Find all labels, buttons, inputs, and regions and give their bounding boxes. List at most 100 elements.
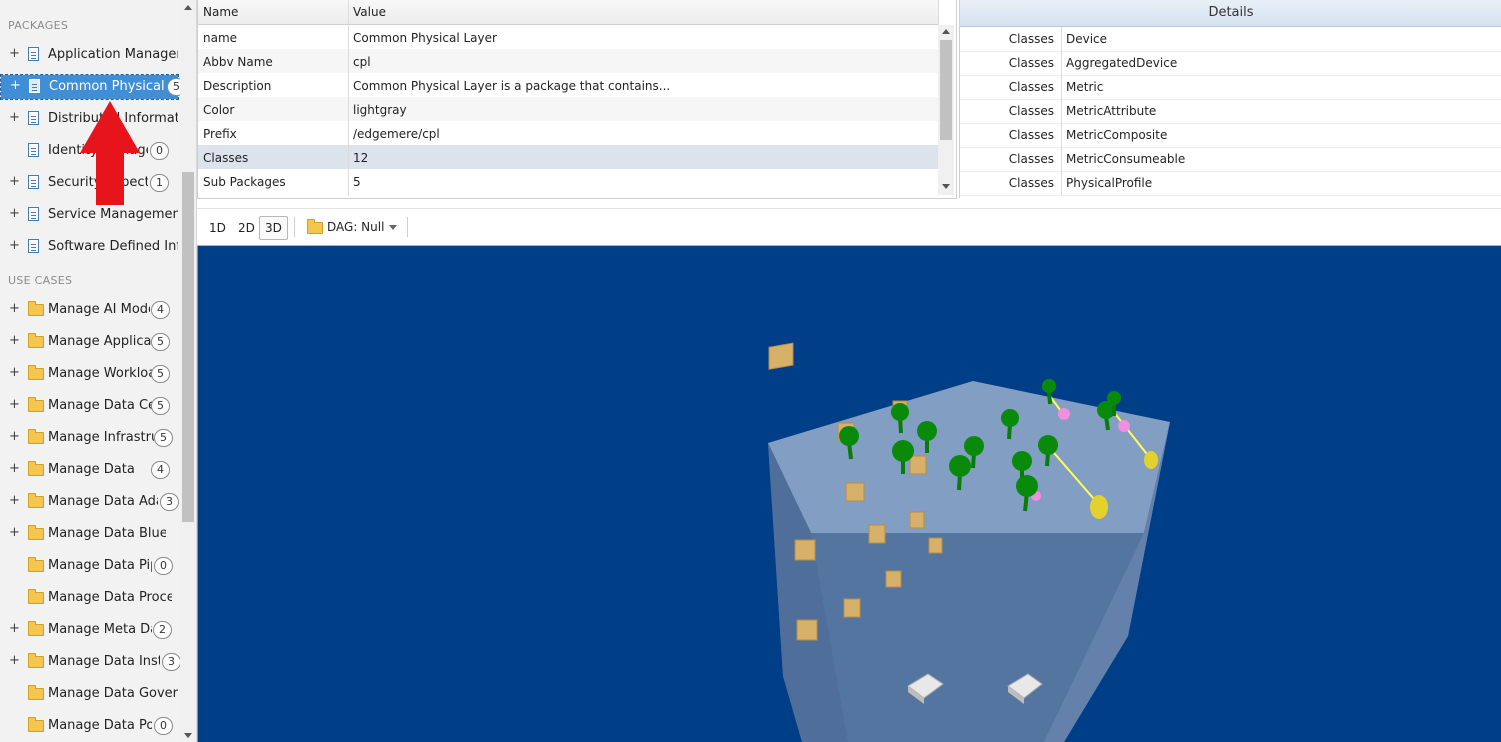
view-3d-button[interactable]: 3D — [259, 216, 288, 240]
folder-icon — [28, 685, 44, 700]
green-node — [1042, 379, 1056, 393]
use-case-item[interactable]: + Manage Meta Data 2 — [0, 618, 180, 642]
toolbar-divider — [407, 217, 408, 237]
scroll-down-icon[interactable] — [184, 733, 192, 738]
properties-scrollbar[interactable] — [938, 25, 954, 195]
property-row[interactable]: Abbv Name cpl — [198, 49, 938, 73]
property-row[interactable]: name Common Physical Layer — [198, 25, 938, 49]
package-item-application-management[interactable]: + Application Management — [0, 43, 180, 67]
pink-node — [1058, 408, 1070, 420]
document-icon — [28, 239, 39, 253]
use-case-item[interactable]: + Manage Data Centers 5 — [0, 394, 180, 418]
expand-icon[interactable]: + — [9, 46, 20, 61]
green-node — [1012, 451, 1032, 471]
details-row[interactable]: Classes PhysicalProfile — [960, 171, 1501, 196]
expand-icon[interactable]: + — [9, 238, 20, 253]
use-case-item[interactable]: Manage Data Policies 0 — [0, 714, 180, 738]
class-box — [909, 455, 927, 475]
green-node — [949, 455, 971, 477]
expand-icon[interactable]: + — [9, 333, 20, 348]
package-item-software-defined-infrastructure[interactable]: + Software Defined Infrastructure — [0, 235, 180, 259]
expand-icon[interactable]: + — [9, 621, 20, 636]
expand-icon[interactable]: + — [9, 365, 20, 380]
property-row[interactable]: Description Common Physical Layer is a p… — [198, 73, 938, 97]
details-row[interactable]: Classes AggregatedDevice — [960, 51, 1501, 76]
expand-icon[interactable]: + — [9, 525, 20, 540]
document-icon — [28, 143, 39, 157]
use-case-item[interactable]: Manage Data Pipelines 0 — [0, 554, 180, 578]
column-header-value[interactable]: Value — [353, 5, 386, 19]
document-icon — [28, 111, 39, 125]
expand-icon[interactable]: + — [9, 461, 20, 476]
expand-icon[interactable]: + — [9, 493, 20, 508]
use-case-label: Manage AI Models — [48, 302, 150, 317]
green-node — [964, 436, 984, 456]
folder-icon — [28, 557, 44, 572]
count-badge: 0 — [150, 142, 169, 160]
column-divider — [1061, 171, 1062, 195]
details-value: PhysicalProfile — [1066, 176, 1153, 190]
count-badge: 5 — [151, 365, 170, 383]
property-row[interactable]: Sub Packages 5 — [198, 169, 938, 193]
packages-header: PACKAGES — [8, 19, 69, 32]
green-node — [839, 426, 859, 446]
expand-icon[interactable]: + — [9, 301, 20, 316]
view-toolbar: 1D 2D 3D DAG: Null — [197, 208, 1501, 247]
scroll-up-icon[interactable] — [184, 5, 192, 10]
details-row[interactable]: Classes MetricAttribute — [960, 99, 1501, 124]
view-2d-button[interactable]: 2D — [232, 216, 261, 240]
document-icon — [28, 175, 39, 189]
green-node — [1107, 391, 1121, 405]
use-case-label: Manage Workloads — [48, 366, 152, 381]
folder-icon — [307, 219, 323, 234]
use-case-item[interactable]: + Manage Applications 5 — [0, 330, 180, 354]
details-row[interactable]: Classes MetricConsumeable — [960, 147, 1501, 172]
sidebar-scrollbar[interactable] — [180, 0, 196, 742]
package-item-common-physical-layer[interactable]: + Common Physical Layer 5 — [0, 74, 186, 100]
use-case-item[interactable]: + Manage Infrastructure 5 — [0, 426, 180, 450]
use-case-item[interactable]: + Manage Workloads 5 — [0, 362, 180, 386]
use-case-label: Manage Data Governance — [48, 686, 178, 701]
use-case-item[interactable]: + Manage Data 4 — [0, 458, 180, 482]
count-badge: 4 — [151, 461, 170, 479]
property-row-selected[interactable]: Classes 12 — [198, 145, 938, 169]
3d-viewport[interactable] — [197, 246, 1501, 742]
view-1d-button[interactable]: 1D — [203, 216, 232, 240]
use-case-item[interactable]: + Manage Data Instances 3 — [0, 650, 181, 674]
use-case-label: Manage Data Policies — [48, 718, 152, 733]
scroll-down-icon[interactable] — [942, 184, 950, 189]
toolbar-divider — [294, 217, 295, 237]
expand-icon[interactable]: + — [9, 206, 20, 221]
details-row[interactable]: Classes MetricComposite — [960, 123, 1501, 148]
property-row[interactable]: Prefix /edgemere/cpl — [198, 121, 938, 145]
yellow-disc — [1090, 495, 1108, 519]
scrollbar-thumb[interactable] — [940, 40, 952, 140]
column-header-name[interactable]: Name — [203, 5, 238, 19]
chevron-down-icon — [389, 225, 397, 230]
expand-icon[interactable]: + — [9, 397, 20, 412]
class-box — [928, 537, 943, 554]
use-case-label: Manage Data Pipelines — [48, 558, 152, 573]
expand-icon[interactable]: + — [9, 429, 20, 444]
scrollbar-thumb[interactable] — [182, 172, 194, 522]
use-case-item[interactable]: + Manage AI Models 4 — [0, 298, 180, 322]
details-row[interactable]: Classes Metric — [960, 75, 1501, 100]
expand-icon[interactable]: + — [9, 110, 20, 125]
expand-icon[interactable]: + — [10, 78, 21, 93]
use-case-item[interactable]: + Manage Data Adapters 3 — [0, 490, 180, 514]
green-node — [1016, 475, 1038, 497]
property-name: Color — [203, 103, 235, 117]
expand-icon[interactable]: + — [9, 653, 20, 668]
scroll-up-icon[interactable] — [942, 29, 950, 34]
package-item-service-management[interactable]: + Service Management — [0, 203, 180, 227]
use-case-item[interactable]: Manage Data Governance — [0, 682, 180, 706]
use-case-item[interactable]: + Manage Data Blue Prints — [0, 522, 180, 546]
package-item-label: Service Management — [48, 207, 178, 222]
3d-scene[interactable] — [198, 246, 1501, 742]
use-case-item[interactable]: Manage Data Procedures — [0, 586, 180, 610]
package-item-label: Common Physical Layer — [49, 79, 167, 94]
property-row[interactable]: Color lightgray — [198, 97, 938, 121]
property-value: 5 — [353, 175, 361, 189]
expand-icon[interactable]: + — [9, 174, 20, 189]
details-row[interactable]: Classes Device — [960, 27, 1501, 52]
